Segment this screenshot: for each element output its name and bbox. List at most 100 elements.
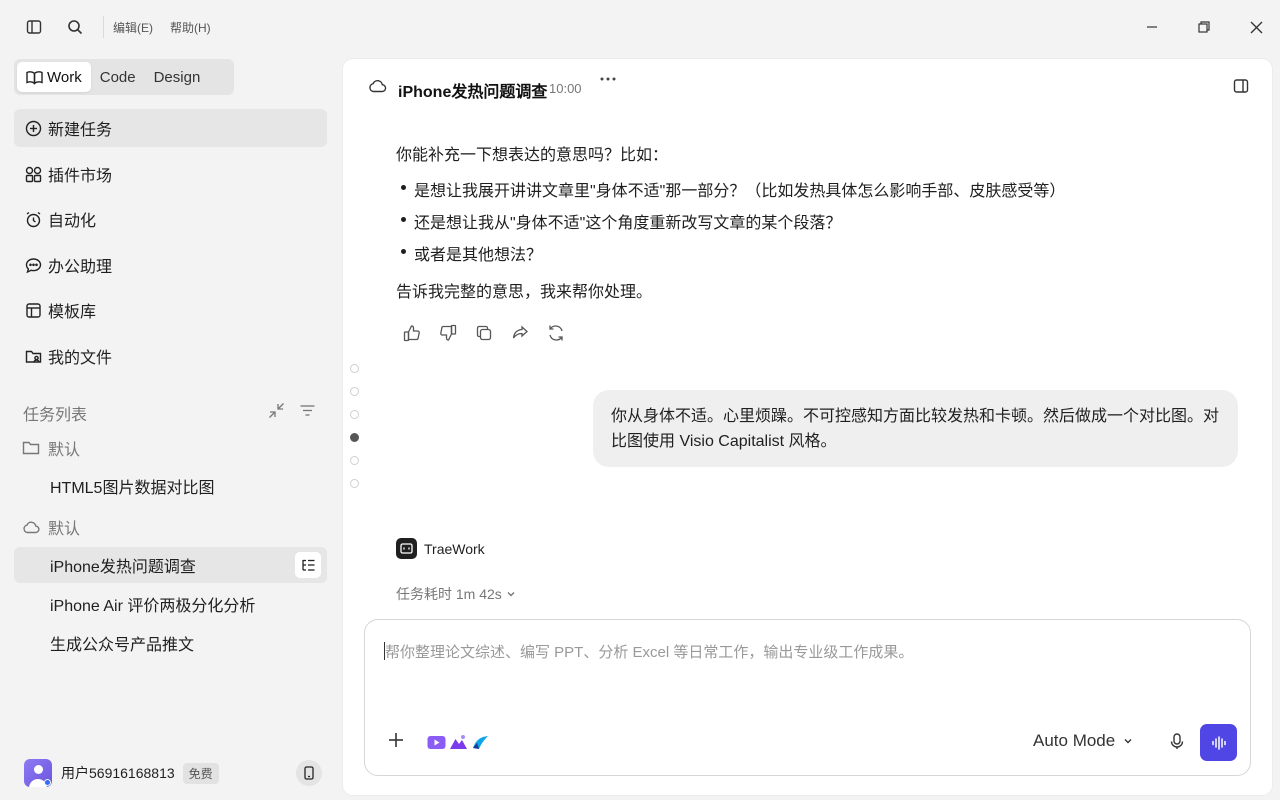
sidebar-item-new-task[interactable]: 新建任务	[14, 109, 327, 147]
sidebar-item-my-files[interactable]: 我的文件	[14, 337, 327, 375]
video-tool-icon[interactable]	[425, 730, 447, 754]
ai-message-bullet: 或者是其他想法？	[414, 247, 543, 264]
microphone-icon[interactable]	[1169, 733, 1185, 750]
chat-bubble-icon	[24, 256, 42, 274]
task-group-default-cloud[interactable]: 默认	[22, 515, 80, 539]
message-composer[interactable]: 帮你整理论文综述、编写 PPT、分析 Excel 等日常工作，输出专业级工作成果…	[364, 619, 1251, 776]
filter-icon[interactable]	[299, 402, 316, 419]
tab-design-label: Design	[153, 68, 201, 86]
search-icon[interactable]	[64, 16, 86, 38]
plus-circle-icon	[24, 119, 42, 137]
task-group-default-folder[interactable]: 默认	[22, 436, 80, 460]
image-tool-icon[interactable]	[447, 730, 469, 754]
audio-wave-icon	[1211, 735, 1227, 750]
phone-icon	[303, 766, 315, 780]
sidebar-item-automation[interactable]: 自动化	[14, 200, 327, 238]
sidebar-item-office-assistant[interactable]: 办公助理	[14, 246, 327, 284]
agent-header: TraeWork	[396, 538, 485, 559]
sidebar-item-templates[interactable]: 模板库	[14, 291, 327, 329]
task-item-label: 生成公众号产品推文	[50, 637, 195, 654]
mode-selector[interactable]: Auto Mode	[1033, 731, 1133, 751]
task-outline-button[interactable]	[295, 552, 321, 578]
voice-mode-button[interactable]	[1200, 724, 1237, 761]
conversation-title[interactable]: iPhone发热问题调查	[398, 78, 547, 102]
design-tool-icon[interactable]	[469, 730, 491, 754]
minimize-icon[interactable]	[1139, 14, 1165, 40]
conversation-panel: iPhone发热问题调查 10:00 你能补充一下想表达的意思吗？比如： 是想让…	[343, 59, 1272, 795]
ai-message-outro: 告诉我完整的意思，我来帮你处理。	[396, 284, 653, 301]
task-item-label: iPhone Air 评价两极分化分析	[50, 598, 256, 615]
task-item-label: HTML5图片数据对比图	[50, 480, 215, 497]
timeline-dot[interactable]	[350, 479, 359, 488]
sidebar-item-label: 新建任务	[48, 122, 113, 139]
sidebar-item-label: 自动化	[48, 213, 97, 230]
ai-message-intro: 你能补充一下想表达的意思吗？比如：	[396, 147, 669, 164]
user-profile[interactable]: 用户56916168813 免费	[24, 758, 324, 788]
title-bar-divider	[103, 16, 104, 38]
user-message-bubble: 你从身体不适。心里烦躁。不可控感知方面比较发热和卡顿。然后做成一个对比图。对比图…	[593, 390, 1238, 467]
sidebar-item-label: 插件市场	[48, 168, 113, 185]
plan-badge: 免费	[182, 762, 219, 784]
tab-code-label: Code	[99, 68, 136, 86]
task-item[interactable]: HTML5图片数据对比图	[14, 468, 327, 504]
collapse-icon[interactable]	[268, 402, 285, 419]
plugin-grid-icon	[24, 165, 42, 183]
chevron-down-icon	[506, 589, 516, 599]
mode-tabs: Work Code Design	[14, 59, 234, 95]
task-duration-toggle[interactable]: 任务耗时 1m 42s	[396, 584, 516, 604]
list-tree-icon	[301, 558, 316, 573]
bullet-dot	[401, 249, 406, 254]
tool-chips	[425, 730, 491, 754]
sidebar-item-label: 办公助理	[48, 259, 113, 276]
agent-name: TraeWork	[424, 540, 485, 557]
ai-message-bullet: 还是想让我从"身体不适"这个角度重新改写文章的某个段落？	[414, 215, 842, 232]
restore-icon[interactable]	[1191, 14, 1217, 40]
task-item[interactable]: 生成公众号产品推文	[14, 625, 327, 661]
side-panel-toggle-icon[interactable]	[1233, 78, 1249, 94]
alarm-clock-icon	[24, 210, 42, 228]
close-icon[interactable]	[1243, 14, 1269, 40]
task-duration: 任务耗时 1m 42s	[396, 586, 502, 602]
chevron-down-icon	[1123, 736, 1133, 746]
conversation-time: 10:00	[549, 81, 582, 96]
traework-logo-icon	[396, 538, 417, 559]
copy-icon[interactable]	[475, 324, 493, 342]
add-attachment-icon[interactable]	[387, 731, 405, 749]
task-group-label: 默认	[48, 442, 81, 459]
composer-input[interactable]: 帮你整理论文综述、编写 PPT、分析 Excel 等日常工作，输出专业级工作成果…	[385, 641, 913, 662]
thumbs-down-icon[interactable]	[439, 324, 457, 342]
thumbs-up-icon[interactable]	[403, 324, 421, 342]
folder-icon	[22, 440, 40, 456]
sidebar-item-plugin-market[interactable]: 插件市场	[14, 155, 327, 193]
sidebar-item-label: 我的文件	[48, 350, 113, 367]
task-item-active[interactable]: iPhone发热问题调查	[14, 547, 327, 583]
sidebar-toggle-icon[interactable]	[23, 16, 45, 38]
timeline-dot[interactable]	[350, 364, 359, 373]
task-item[interactable]: iPhone Air 评价两极分化分析	[14, 586, 327, 622]
tab-design[interactable]: Design	[145, 62, 210, 92]
mobile-device-button[interactable]	[296, 760, 322, 786]
share-icon[interactable]	[511, 324, 529, 342]
task-item-label: iPhone发热问题调查	[50, 559, 196, 576]
regenerate-icon[interactable]	[547, 324, 565, 342]
task-list-actions	[268, 402, 316, 419]
bullet-dot	[401, 185, 406, 190]
timeline-dot[interactable]	[350, 456, 359, 465]
user-name: 用户56916168813	[61, 765, 175, 781]
tab-code[interactable]: Code	[91, 62, 145, 92]
template-icon	[24, 301, 42, 319]
conversation-header: iPhone发热问题调查 10:00	[343, 59, 1272, 115]
cloud-icon	[22, 520, 40, 534]
tab-work[interactable]: Work	[17, 62, 91, 92]
timeline-dot[interactable]	[350, 410, 359, 419]
menu-edit[interactable]: 编辑(E)	[113, 19, 153, 36]
tab-work-label: Work	[47, 68, 82, 86]
menu-help[interactable]: 帮助(H)	[170, 19, 211, 36]
timeline-dot[interactable]	[350, 387, 359, 396]
timeline-dot-active[interactable]	[350, 433, 359, 442]
ai-message-bullet: 是想让我展开讲讲文章里"身体不适"那一部分？（比如发热具体怎么影响手部、皮肤感受…	[414, 183, 1066, 200]
mode-selector-label: Auto Mode	[1033, 731, 1116, 750]
bullet-dot	[401, 217, 406, 222]
more-options-icon[interactable]	[599, 76, 617, 82]
online-status-dot	[44, 779, 51, 786]
